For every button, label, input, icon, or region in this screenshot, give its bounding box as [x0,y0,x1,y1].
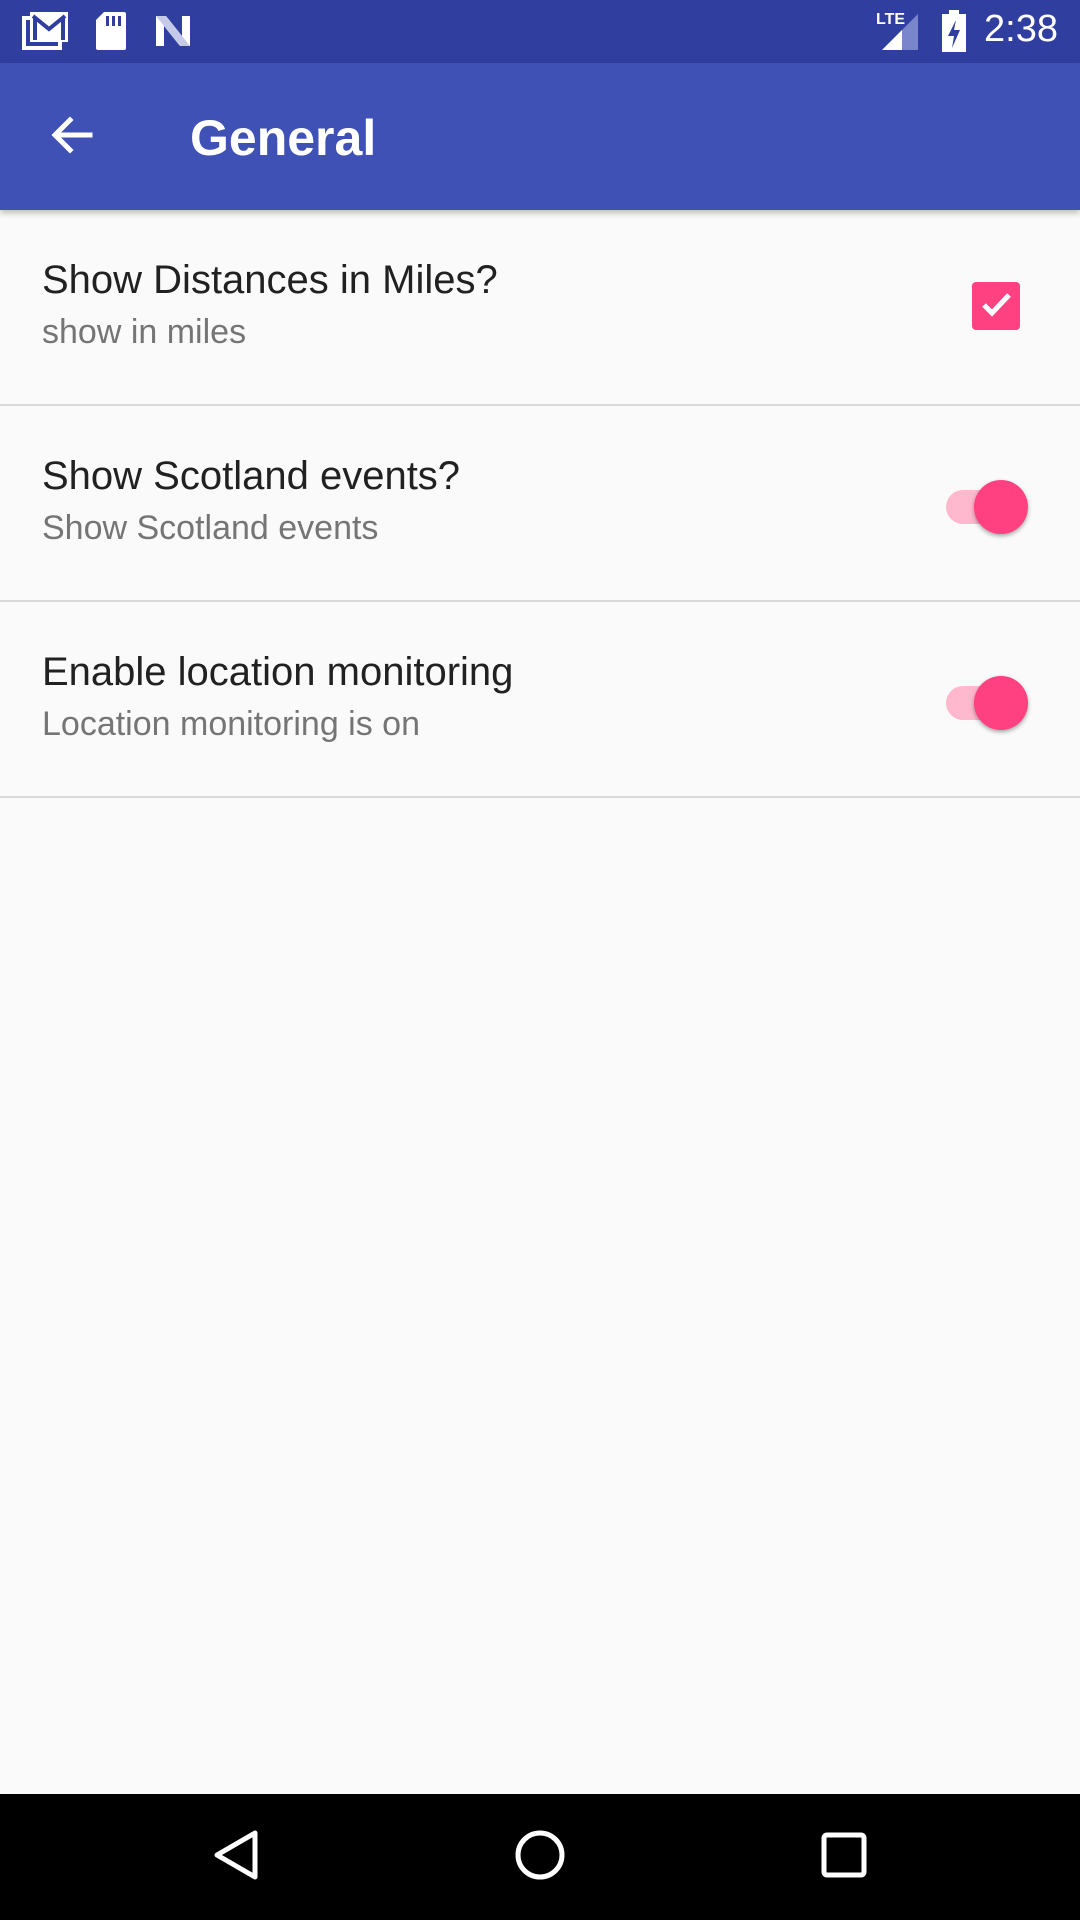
status-time: 2:38 [984,8,1058,50]
nav-home-button[interactable] [510,1827,570,1887]
pref-location-monitoring[interactable]: Enable location monitoring Location moni… [0,602,1080,798]
sd-card-icon [94,10,128,57]
arrow-back-icon [48,111,96,164]
gmail-icon [22,10,70,57]
preference-list: Show Distances in Miles? show in miles S… [0,210,1080,798]
app-bar: General [0,63,1080,210]
checkmark-icon [976,284,1016,329]
pref-summary: Location monitoring is on [42,705,421,743]
pref-show-distances-miles[interactable]: Show Distances in Miles? show in miles [0,210,1080,406]
pref-summary: Show Scotland events [42,509,379,547]
status-bar: LTE 2:38 [0,0,1080,63]
navigation-bar [0,1794,1080,1920]
page-title: General [190,110,377,166]
nav-back-button[interactable] [206,1827,266,1887]
back-triangle-icon [211,1829,261,1886]
n-app-icon [152,10,194,57]
recents-square-icon [820,1831,868,1884]
scotland-events-switch[interactable] [944,478,1030,534]
location-monitoring-switch[interactable] [944,674,1030,730]
svg-text:LTE: LTE [876,11,905,28]
pref-title: Show Scotland events? [42,454,461,498]
lte-signal-icon: LTE [874,8,922,57]
miles-checkbox[interactable] [972,282,1020,330]
nav-recents-button[interactable] [814,1827,874,1887]
pref-title: Enable location monitoring [42,650,514,694]
home-circle-icon [513,1828,567,1887]
switch-thumb [974,480,1028,534]
pref-summary: show in miles [42,313,247,351]
battery-charging-icon [940,8,968,59]
back-button[interactable] [40,105,104,169]
switch-thumb [974,676,1028,730]
pref-show-scotland-events[interactable]: Show Scotland events? Show Scotland even… [0,406,1080,602]
pref-title: Show Distances in Miles? [42,258,498,302]
